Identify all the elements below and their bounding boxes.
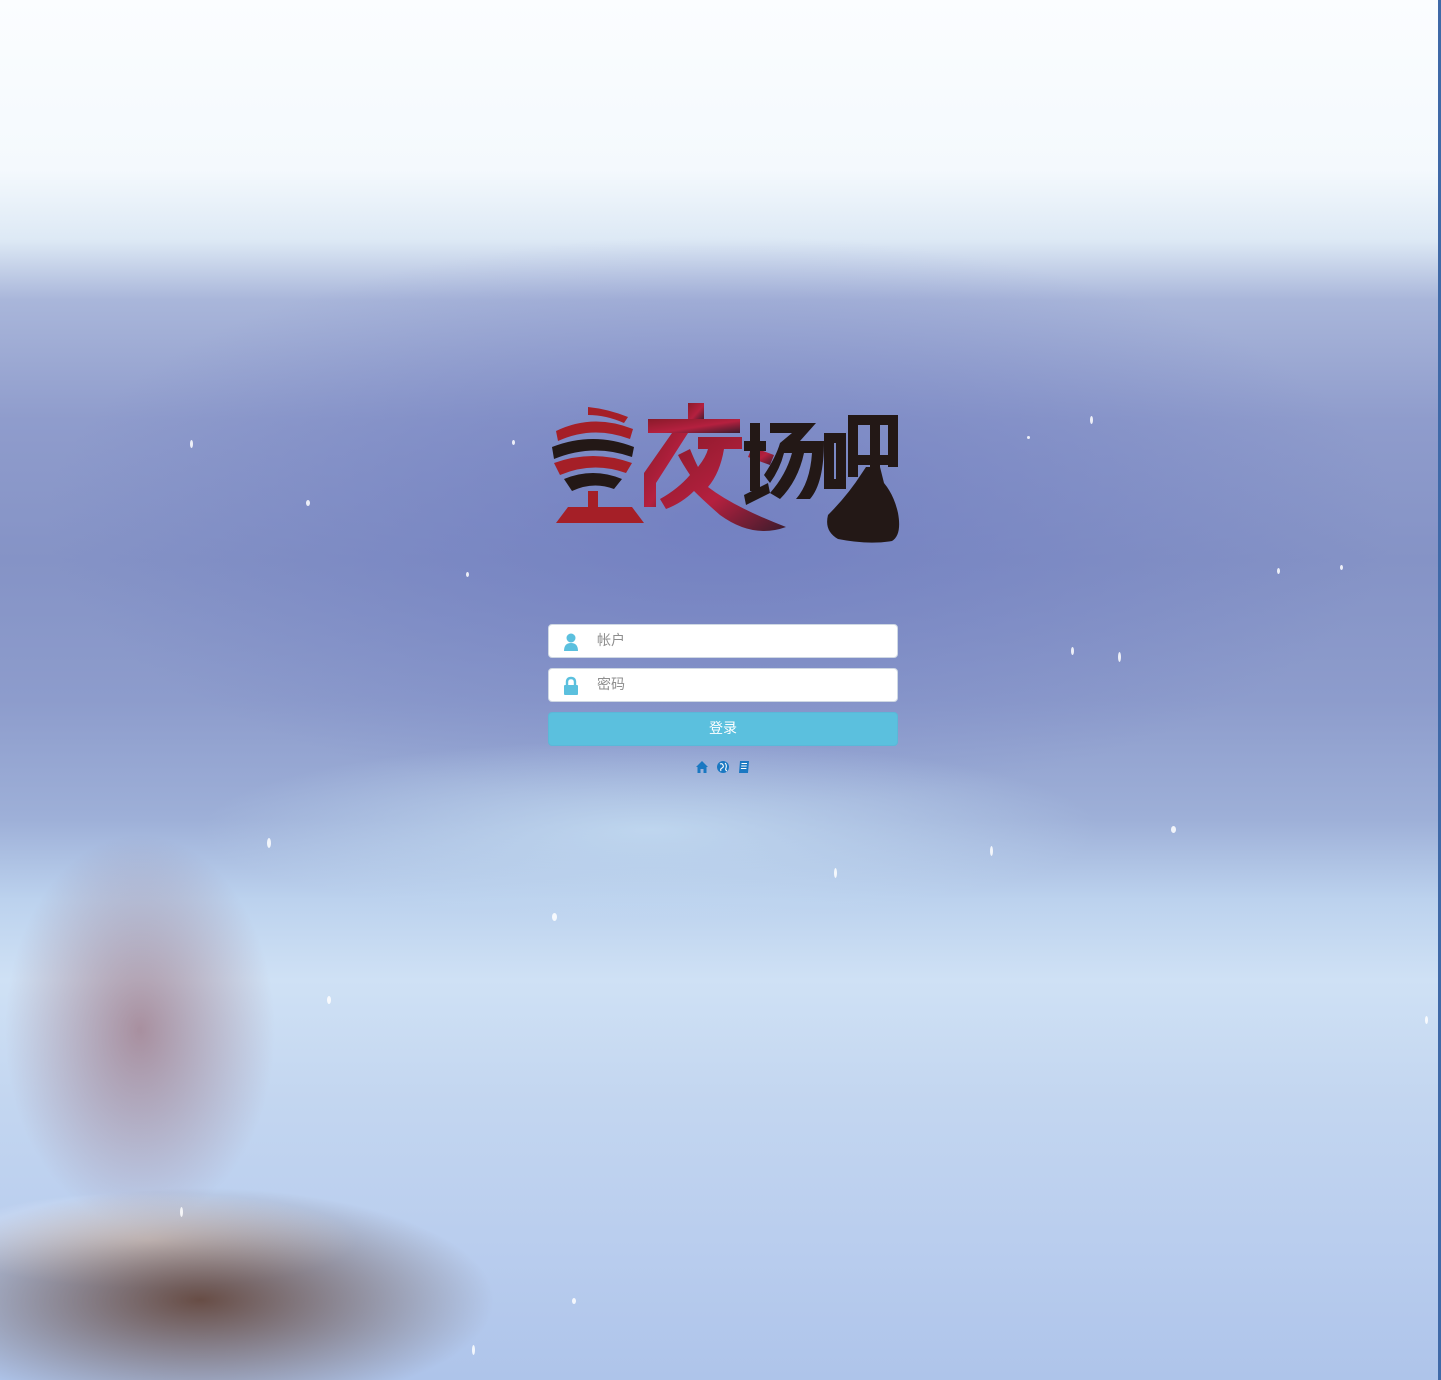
home-icon xyxy=(695,760,709,774)
globe-icon xyxy=(716,760,730,774)
home-link[interactable] xyxy=(695,760,709,774)
login-button[interactable]: 登录 xyxy=(548,712,898,746)
password-field-container xyxy=(548,668,898,702)
website-link[interactable] xyxy=(716,760,730,774)
account-input[interactable] xyxy=(597,625,892,657)
lock-icon xyxy=(561,676,581,696)
user-icon xyxy=(561,632,581,652)
footer-links xyxy=(548,756,898,776)
book-icon xyxy=(737,760,751,774)
password-input[interactable] xyxy=(597,669,892,701)
login-form: 登录 xyxy=(548,624,898,776)
account-field-container xyxy=(548,624,898,658)
site-logo xyxy=(548,403,900,545)
docs-link[interactable] xyxy=(737,760,751,774)
logo-text xyxy=(644,403,786,531)
glass-emblem-icon xyxy=(552,407,644,523)
